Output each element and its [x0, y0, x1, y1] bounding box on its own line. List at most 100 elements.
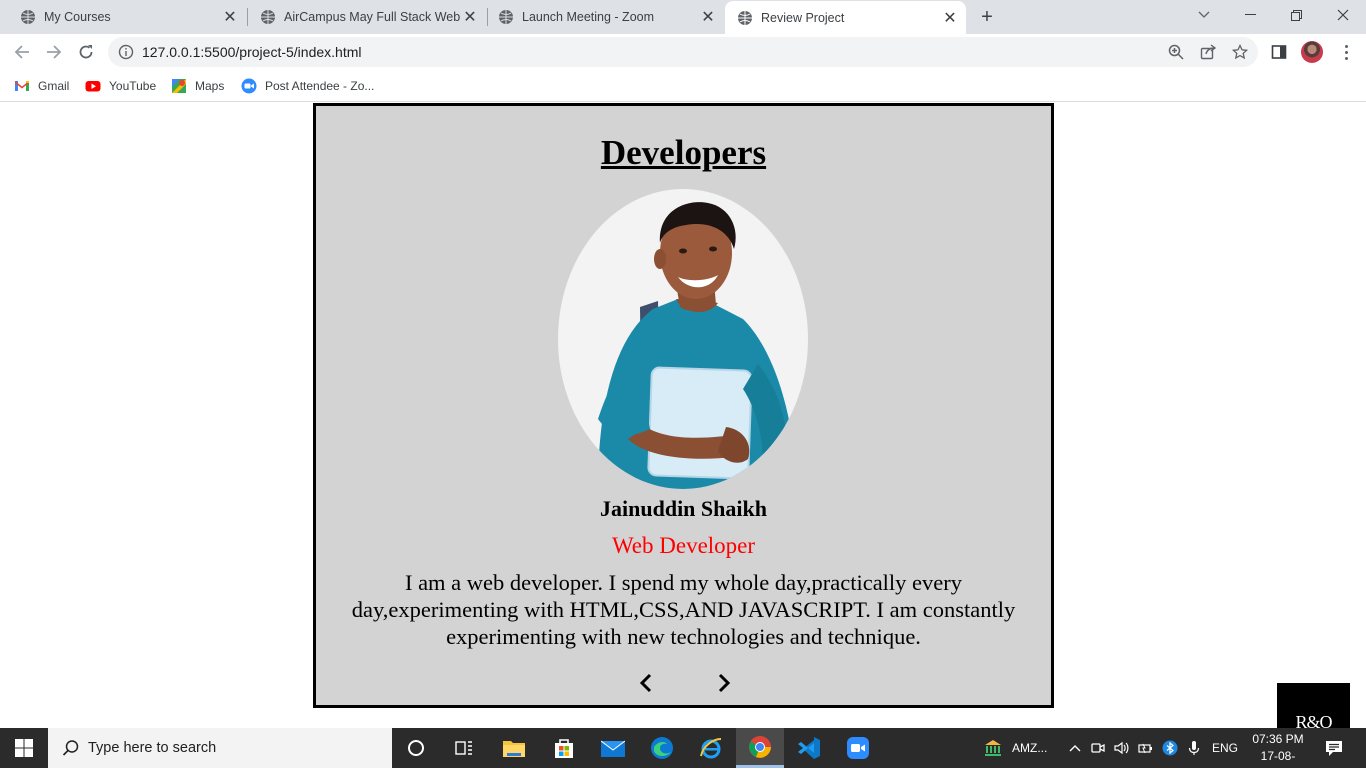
close-window-button[interactable]: [1320, 0, 1366, 30]
tab-launch-meeting[interactable]: Launch Meeting - Zoom ✕: [478, 0, 724, 34]
next-button[interactable]: [712, 671, 736, 695]
developer-name: Jainuddin Shaikh: [600, 496, 767, 521]
task-view-button[interactable]: [440, 728, 488, 768]
floating-logo-badge[interactable]: R&O: [1277, 683, 1350, 728]
windows-icon: [15, 739, 33, 757]
developer-role: Web Developer: [611, 533, 756, 558]
arrow-right-icon: [47, 45, 62, 59]
globe-icon: [499, 10, 513, 24]
tab-title: AirCampus May Full Stack Web D: [284, 10, 460, 24]
chrome-icon: [749, 735, 771, 758]
task-view-icon: [455, 741, 472, 755]
bookmark-label: YouTube: [109, 79, 157, 93]
close-icon: [1337, 9, 1349, 21]
vscode-icon: [798, 737, 820, 759]
search-placeholder: Type here to search: [88, 740, 217, 756]
gmail-icon: [15, 81, 29, 91]
page-viewport: Developers Jainuddin Shaikh Web Develope…: [0, 103, 1366, 728]
zoom-icon[interactable]: [1168, 44, 1184, 60]
chrome-button[interactable]: [736, 728, 784, 768]
minimize-button[interactable]: [1227, 0, 1273, 30]
globe-icon: [738, 10, 752, 25]
zoom-app-button[interactable]: [834, 728, 882, 768]
chevron-up-icon[interactable]: [1067, 740, 1083, 756]
close-icon[interactable]: ✕: [698, 7, 718, 27]
url-text[interactable]: 127.0.0.1:5500/project-5/index.html: [142, 44, 361, 60]
taskbar-search[interactable]: Type here to search: [48, 728, 392, 768]
address-bar[interactable]: 127.0.0.1:5500/project-5/index.html: [108, 37, 1258, 67]
cortana-button[interactable]: [392, 728, 440, 768]
reload-button[interactable]: [72, 38, 100, 66]
bookmark-maps[interactable]: Maps: [171, 76, 224, 96]
youtube-icon: [85, 81, 101, 92]
meet-now-icon[interactable]: [1090, 740, 1106, 756]
folder-icon: [503, 741, 525, 757]
minimize-icon: [1244, 14, 1256, 15]
clock-time: 07:36 PM: [1252, 732, 1304, 746]
arrow-left-icon: [14, 45, 29, 59]
bookmark-label: Gmail: [38, 79, 70, 93]
maps-icon: [172, 79, 186, 93]
zoom-icon: [847, 737, 869, 759]
battery-icon[interactable]: [1137, 740, 1153, 756]
star-icon[interactable]: [1232, 44, 1248, 60]
vscode-button[interactable]: [785, 728, 833, 768]
badge-text: R&O: [1295, 712, 1332, 728]
start-button[interactable]: [0, 728, 48, 768]
internet-explorer-button[interactable]: [687, 728, 735, 768]
tab-search-button[interactable]: [1181, 0, 1227, 30]
store-button[interactable]: [540, 728, 588, 768]
new-tab-button[interactable]: +: [976, 6, 998, 28]
bookmarks-bar: Gmail YouTube Maps Post Attendee - Zo...: [0, 70, 1366, 102]
close-icon[interactable]: ✕: [460, 7, 480, 27]
zoom-icon: [241, 78, 257, 94]
bank-icon[interactable]: [983, 738, 1003, 758]
tray-app-label[interactable]: AMZ...: [1012, 741, 1047, 755]
globe-icon: [261, 10, 275, 24]
menu-icon[interactable]: [1336, 42, 1356, 62]
chevron-right-icon: [718, 673, 731, 693]
store-icon: [555, 739, 573, 758]
mail-icon: [601, 740, 625, 757]
edge-button[interactable]: [638, 728, 686, 768]
tab-title: Launch Meeting - Zoom: [522, 10, 655, 24]
tab-title: Review Project: [761, 10, 845, 25]
bookmark-label: Post Attendee - Zo...: [265, 79, 375, 93]
tab-review-project[interactable]: Review Project ✕: [725, 1, 966, 34]
microphone-icon[interactable]: [1186, 740, 1202, 756]
developer-card: Developers Jainuddin Shaikh Web Develope…: [313, 103, 1054, 708]
close-icon[interactable]: ✕: [940, 8, 960, 28]
forward-button[interactable]: [40, 38, 68, 66]
chevron-left-icon: [639, 673, 652, 693]
restore-icon: [1290, 9, 1302, 21]
close-icon[interactable]: ✕: [220, 7, 240, 27]
notification-icon[interactable]: [1324, 738, 1344, 758]
windows-taskbar: Type here to search AMZ... ENG 07:36 PM …: [0, 728, 1366, 780]
previous-button[interactable]: [634, 671, 658, 695]
search-icon: [62, 740, 79, 756]
bookmark-label: Maps: [195, 79, 225, 93]
reload-icon: [79, 45, 93, 59]
share-icon[interactable]: [1200, 44, 1216, 60]
browser-tab-strip: My Courses ✕ AirCampus May Full Stack We…: [0, 0, 1366, 34]
file-explorer-button[interactable]: [490, 728, 538, 768]
developer-bio: I am a web developer. I spend my whole d…: [351, 570, 1016, 649]
edge-icon: [651, 737, 673, 759]
back-button[interactable]: [8, 38, 36, 66]
internet-explorer-icon: [700, 738, 722, 759]
clock-date: 17-08-2022: [1260, 749, 1296, 780]
bookmark-youtube[interactable]: YouTube: [85, 76, 156, 96]
tab-my-courses[interactable]: My Courses ✕: [0, 0, 246, 34]
clock[interactable]: 07:36 PM 17-08-2022: [1248, 731, 1308, 782]
language-indicator[interactable]: ENG: [1212, 741, 1238, 755]
mail-button[interactable]: [589, 728, 637, 768]
info-icon[interactable]: [118, 44, 134, 60]
bookmark-gmail[interactable]: Gmail: [14, 76, 69, 96]
bluetooth-icon[interactable]: [1162, 740, 1178, 756]
side-panel-icon[interactable]: [1271, 44, 1287, 60]
tab-aircampus[interactable]: AirCampus May Full Stack Web D ✕: [240, 0, 486, 34]
profile-avatar[interactable]: [1301, 41, 1323, 63]
bookmark-post-attendee[interactable]: Post Attendee - Zo...: [241, 76, 374, 96]
restore-button[interactable]: [1273, 0, 1319, 30]
volume-icon[interactable]: [1113, 740, 1129, 756]
